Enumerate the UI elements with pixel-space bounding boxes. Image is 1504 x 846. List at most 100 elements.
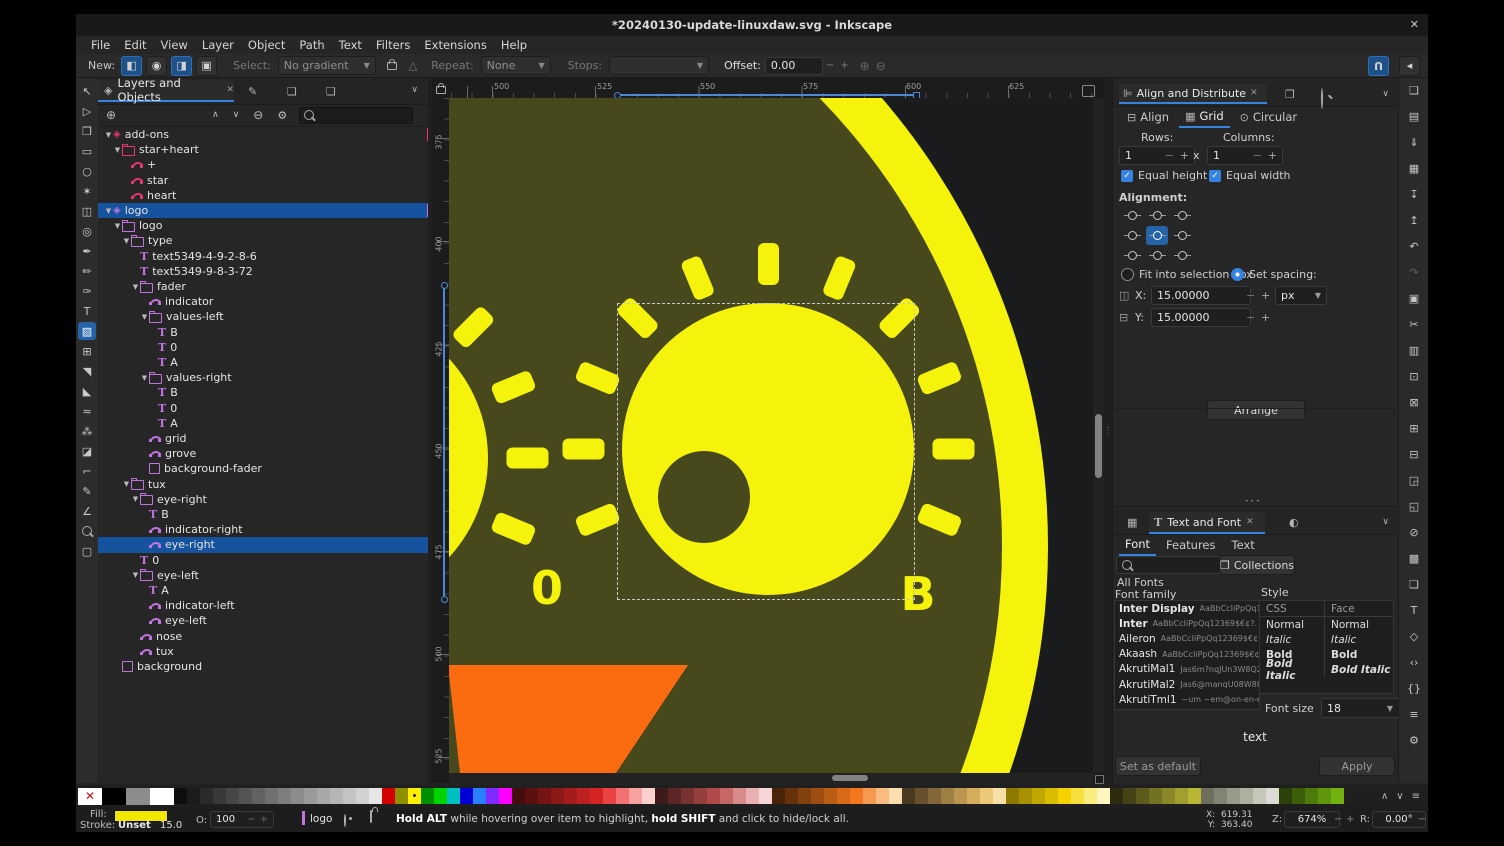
swatch-gray50[interactable]	[126, 788, 150, 805]
vertical-scrollbar-thumb[interactable]	[1095, 414, 1102, 478]
font-family-item[interactable]: InterAaBbCcIiPpQq12369$€¢?.	[1115, 616, 1259, 631]
snap-toggle-button[interactable]: U	[1368, 56, 1389, 76]
tree-row[interactable]: indicator	[98, 294, 470, 309]
palette-swatch[interactable]	[499, 788, 512, 804]
palette-swatch[interactable]	[1331, 788, 1344, 804]
selector-tool[interactable]: ↖	[78, 82, 96, 100]
font-family-item[interactable]: AkrutiTml1~um ~em@on-en-eb L 4	[1115, 692, 1259, 707]
palette-up-icon[interactable]: ∧	[1381, 791, 1388, 802]
open-document-icon[interactable]: ▤	[1406, 108, 1422, 124]
dialog-tab-swatches-icon[interactable]: ✎	[248, 85, 257, 98]
palette-swatch[interactable]	[993, 788, 1006, 804]
text-dialog-icon[interactable]: T	[1406, 602, 1422, 618]
current-layer-name[interactable]: logo	[310, 813, 332, 825]
y-minus-button[interactable]: −	[1246, 311, 1255, 324]
paint-bucket-tool[interactable]: ◣	[78, 382, 96, 400]
tree-row[interactable]: indicator-left	[98, 598, 470, 613]
anchor-0-2[interactable]	[1171, 206, 1193, 225]
paste-icon[interactable]: ▥	[1406, 342, 1422, 358]
tree-row[interactable]: background	[98, 659, 443, 674]
collapse-snap-bar-button[interactable]: ◂	[1399, 56, 1420, 76]
palette-swatch[interactable]	[473, 788, 486, 804]
palette-swatch[interactable]	[681, 788, 694, 804]
palette-swatch[interactable]	[1227, 788, 1240, 804]
palette-swatch[interactable]	[629, 788, 642, 804]
layer-settings-icon[interactable]: ⚙	[277, 109, 287, 122]
tree-row[interactable]: ▼values-left	[98, 309, 470, 324]
zoom-width-icon[interactable]: ⊟	[1406, 446, 1422, 462]
palette-swatch[interactable]	[1110, 788, 1123, 804]
group-icon[interactable]: ▩	[1406, 550, 1422, 566]
palette-swatch[interactable]	[408, 788, 421, 804]
tree-row[interactable]: ▼eye-right	[98, 492, 461, 507]
palette-swatch[interactable]	[551, 788, 564, 804]
palette-swatch[interactable]	[1253, 788, 1266, 804]
box3d-tool[interactable]: ◫	[78, 202, 96, 220]
copy-icon[interactable]: ▣	[1406, 290, 1422, 306]
spray-tool[interactable]: ⁂	[78, 422, 96, 440]
stops-dropdown[interactable]: ▼	[609, 56, 709, 75]
style-item[interactable]: ItalicItalic	[1260, 632, 1393, 647]
tree-row[interactable]: TA	[98, 583, 470, 598]
tree-row[interactable]: TA	[98, 355, 479, 370]
menu-text[interactable]: Text	[332, 38, 369, 52]
dialog-tab-document-icon[interactable]: ❏	[287, 85, 297, 98]
palette-swatch[interactable]	[954, 788, 967, 804]
font-family-item[interactable]: AileronAaBbCcIiPpQq12369$€¢	[1115, 631, 1259, 646]
columns-field[interactable]: 1 − +	[1207, 146, 1283, 165]
palette-menu-icon[interactable]: ≡	[1412, 791, 1420, 802]
xml-editor-icon[interactable]: ‹›	[1406, 654, 1422, 670]
palette-swatch[interactable]	[1019, 788, 1032, 804]
rows-minus-button[interactable]: −	[1165, 149, 1174, 162]
palette-swatch[interactable]	[174, 788, 187, 804]
font-family-list[interactable]: Inter DisplayAaBbCcIiPpQq1236InterAaBbCc…	[1114, 600, 1260, 710]
tree-row[interactable]: TB	[98, 507, 470, 522]
unit-dropdown[interactable]: px▼	[1275, 286, 1327, 305]
export-icon[interactable]: ↥	[1406, 212, 1422, 228]
ruler-corner-lock[interactable]	[432, 82, 450, 99]
menu-filters[interactable]: Filters	[369, 38, 417, 52]
palette-swatch[interactable]	[603, 788, 616, 804]
tree-row[interactable]: ▼◈logo	[98, 203, 434, 218]
opacity-field[interactable]: 100 − +	[210, 811, 274, 828]
tree-expand-arrow-icon[interactable]: ▼	[113, 146, 122, 154]
horizontal-scrollbar[interactable]	[449, 773, 1093, 783]
tree-expand-arrow-icon[interactable]: ▼	[104, 207, 113, 215]
font-family-item[interactable]: Inter DisplayAaBbCcIiPpQq1236	[1115, 601, 1259, 616]
palette-swatch[interactable]	[1006, 788, 1019, 804]
vertical-scrollbar[interactable]	[1093, 98, 1104, 773]
dialog-float-icon[interactable]: ❐	[1285, 88, 1295, 101]
anchor-1-1[interactable]	[1146, 226, 1168, 245]
palette-swatch[interactable]	[1240, 788, 1253, 804]
move-up-button[interactable]: ∧	[212, 110, 219, 120]
palette-swatch[interactable]	[291, 788, 304, 804]
palette-swatch[interactable]	[356, 788, 369, 804]
close-tab-icon[interactable]: ✕	[1246, 517, 1254, 527]
palette-swatch[interactable]	[278, 788, 291, 804]
palette-swatch[interactable]	[746, 788, 759, 804]
stroke-width[interactable]: 15.0	[160, 820, 182, 831]
rows-plus-button[interactable]: +	[1180, 149, 1189, 162]
anchor-0-0[interactable]	[1121, 206, 1143, 225]
close-tab-icon[interactable]: ✕	[1250, 88, 1258, 98]
save-document-icon[interactable]: ⇓	[1406, 134, 1422, 150]
tree-row[interactable]: star	[98, 173, 452, 188]
palette-swatch[interactable]	[668, 788, 681, 804]
pen-tool[interactable]: ✒	[78, 242, 96, 260]
pages-tool[interactable]: ▢	[78, 542, 96, 560]
zoom-plus-button[interactable]: +	[1346, 814, 1354, 825]
ellipse-tool[interactable]: ○	[78, 162, 96, 180]
font-size-dropdown[interactable]: 18▼	[1321, 698, 1399, 718]
menu-layer[interactable]: Layer	[195, 38, 241, 52]
palette-swatch[interactable]	[512, 788, 525, 804]
duplicate-icon[interactable]: ◲	[1406, 472, 1422, 488]
palette-swatch[interactable]	[382, 788, 395, 804]
remove-layer-button[interactable]: ⊖	[253, 108, 263, 122]
tree-row[interactable]: +	[98, 157, 452, 172]
eraser-tool[interactable]: ◪	[78, 442, 96, 460]
scrollbar-corner-icon[interactable]	[1095, 775, 1104, 784]
tree-row[interactable]: eye-right	[98, 537, 470, 552]
canvas[interactable]: 0B	[449, 98, 1093, 773]
anchor-2-2[interactable]	[1171, 246, 1193, 265]
palette-swatch[interactable]	[1162, 788, 1175, 804]
